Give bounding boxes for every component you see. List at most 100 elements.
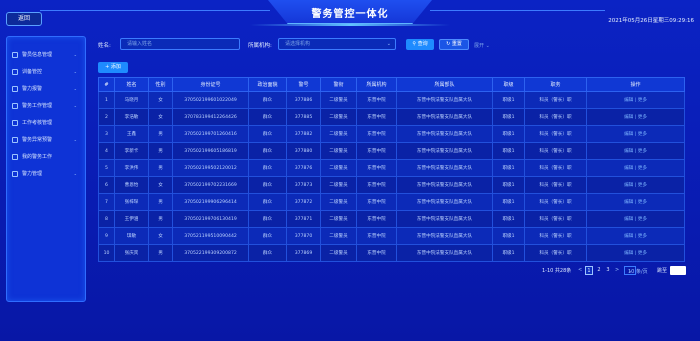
row-actions[interactable]: 编辑 | 更多 <box>586 142 685 160</box>
header: 警务管控一体化 返回 2021年05月26日星期三09:29:16 <box>0 0 700 36</box>
page-2-button[interactable]: 2 <box>595 266 603 275</box>
sidebar-item[interactable]: 警务工作管理 ⌄ <box>7 97 85 114</box>
sidebar-item[interactable]: 警力报警 ⌄ <box>7 80 85 97</box>
table-cell: 370783199412264426 <box>172 108 249 126</box>
chevron-down-icon: ⌄ <box>73 137 77 142</box>
table-cell: 2 <box>98 108 115 126</box>
goto-label: 跳至 <box>657 268 668 274</box>
table-cell: 科员（警长）职 <box>524 91 587 109</box>
back-button[interactable]: 返回 <box>6 12 42 26</box>
table-cell: 二级警员 <box>320 244 357 262</box>
datetime-display: 2021年05月26日星期三09:29:16 <box>608 18 694 24</box>
table-cell: 女 <box>148 108 173 126</box>
page-size-select[interactable]: 10 条/页 ⌄ <box>624 266 648 275</box>
row-actions[interactable]: 编辑 | 更多 <box>586 193 685 211</box>
name-search-input[interactable]: 请输入姓名 <box>120 38 240 50</box>
row-actions[interactable]: 编辑 | 更多 <box>586 210 685 228</box>
sidebar-item[interactable]: 工作考核管理 <box>7 114 85 131</box>
sidebar-item-label: 我的警务工作 <box>22 154 53 160</box>
table-cell: 职级1 <box>492 142 525 160</box>
table-cell: 东营中院 <box>356 210 397 228</box>
row-actions[interactable]: 编辑 | 更多 <box>586 108 685 126</box>
expand-label: 展开 <box>474 43 485 49</box>
table-cell: 张庆宾 <box>114 244 149 262</box>
table-cell: 370502199701260416 <box>172 125 249 143</box>
table-cell: 李新卡 <box>114 142 149 160</box>
chevron-down-icon: ⌄ <box>73 171 77 176</box>
menu-icon <box>12 68 18 75</box>
table-cell: 群众 <box>248 125 287 143</box>
sidebar-item[interactable]: 警务异常预警 ⌄ <box>7 131 85 148</box>
table-cell: 男 <box>148 142 173 160</box>
table-cell: 377869 <box>286 244 321 262</box>
add-button[interactable]: + 添加 <box>98 62 128 73</box>
table-cell: 东营中院法警支队直属大队 <box>396 193 493 211</box>
row-actions[interactable]: 编辑 | 更多 <box>586 176 685 194</box>
table-cell: 377873 <box>286 176 321 194</box>
table-cell: 二级警员 <box>320 108 357 126</box>
column-header: 姓名 <box>114 77 149 92</box>
table-cell: 职级1 <box>492 210 525 228</box>
reset-button-label: 重置 <box>451 41 462 47</box>
expand-toggle[interactable]: 展开 ⌄ <box>474 42 490 49</box>
sidebar-item[interactable]: 警员信息管理 ⌄ <box>7 46 85 63</box>
goto-page-input[interactable] <box>670 266 686 275</box>
chevron-down-icon: ⌄ <box>73 52 77 57</box>
table-cell: 职级1 <box>492 108 525 126</box>
sidebar-item-label: 训备管控 <box>22 69 43 75</box>
table-row: 5 李洪伟男 370502199502120012 群众 377876 二级警员 东营中院东… <box>98 159 685 177</box>
table-cell: 370522199309200872 <box>172 244 249 262</box>
page-3-button[interactable]: 3 <box>604 266 612 275</box>
header-divider-right <box>430 10 605 11</box>
row-actions[interactable]: 编辑 | 更多 <box>586 244 685 262</box>
table-row: 6 曹恩怡女 370502199702231669 群众 377873 二级警员 东营中院东… <box>98 176 685 194</box>
row-actions[interactable]: 编辑 | 更多 <box>586 159 685 177</box>
table-cell: 377886 <box>286 91 321 109</box>
org-filter-label: 所属机构: <box>248 43 272 49</box>
table-cell: 男 <box>148 193 173 211</box>
table-cell: 二级警员 <box>320 227 357 245</box>
column-header: 操作 <box>586 77 685 92</box>
table-cell: 群众 <box>248 244 287 262</box>
table-cell: 东营中院法警支队直属大队 <box>396 244 493 262</box>
table-cell: 群众 <box>248 176 287 194</box>
column-header: 所属机构 <box>356 77 397 92</box>
menu-icon <box>12 102 18 109</box>
row-actions[interactable]: 编辑 | 更多 <box>586 227 685 245</box>
table-cell: 东营中院法警支队直属大队 <box>396 142 493 160</box>
chevron-down-icon: ⌄ <box>73 103 77 108</box>
sidebar-item[interactable]: 我的警务工作 <box>7 148 85 165</box>
table-cell: 李浩敏 <box>114 108 149 126</box>
table-cell: 曹恩怡 <box>114 176 149 194</box>
sidebar-item[interactable]: 警力管理 ⌄ <box>7 165 85 182</box>
table-cell: 女 <box>148 91 173 109</box>
table-cell: 群众 <box>248 210 287 228</box>
sidebar-item[interactable]: 训备管控 ⌄ <box>7 63 85 80</box>
table-cell: 男 <box>148 125 173 143</box>
table-cell: 8 <box>98 210 115 228</box>
page-title: 警务管控一体化 <box>311 9 389 20</box>
next-page-button[interactable]: > <box>615 267 619 273</box>
org-select[interactable]: 请选择机构 ⌄ <box>278 38 396 50</box>
row-actions[interactable]: 编辑 | 更多 <box>586 91 685 109</box>
pagination-summary: 1-10 共28条 <box>542 268 572 274</box>
table-cell: 男 <box>148 159 173 177</box>
table-cell: 女 <box>148 176 173 194</box>
table-cell: 职级1 <box>492 176 525 194</box>
org-select-placeholder: 请选择机构 <box>285 41 311 47</box>
table-cell: 东营中院法警支队直属大队 <box>396 210 493 228</box>
row-actions[interactable]: 编辑 | 更多 <box>586 125 685 143</box>
table-cell: 二级警员 <box>320 159 357 177</box>
reset-button[interactable]: ↻ 重置 <box>439 39 469 50</box>
table-cell: 科员（警长）职 <box>524 142 587 160</box>
table-cell: 科员（警长）职 <box>524 159 587 177</box>
table-body: 1 马晓月女 370502199601022049 群众 377886 二级警员 东营中院东… <box>98 91 685 262</box>
table-cell: 370502199702231669 <box>172 176 249 194</box>
table-cell: 377880 <box>286 142 321 160</box>
page-1-button[interactable]: 1 <box>585 266 593 275</box>
search-button[interactable]: ⚲ 查询 <box>406 39 434 50</box>
table-cell: 6 <box>98 176 115 194</box>
table-cell: 377871 <box>286 210 321 228</box>
prev-page-button[interactable]: < <box>578 267 582 273</box>
table-cell: 张梓琛 <box>114 193 149 211</box>
